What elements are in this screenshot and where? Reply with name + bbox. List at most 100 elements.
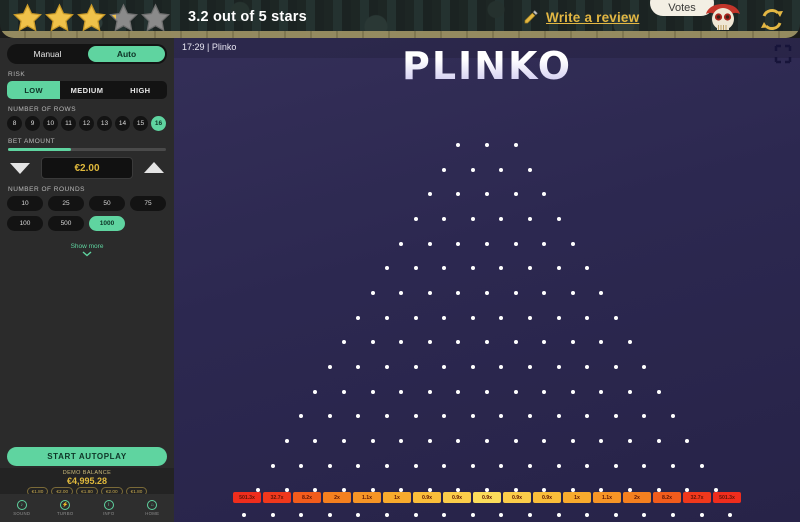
peg (570, 241, 575, 246)
sound-icon: ♪ (16, 500, 27, 510)
rows-option-13[interactable]: 13 (97, 116, 112, 131)
rows-option-14[interactable]: 14 (115, 116, 130, 131)
multiplier-slot: 2x (323, 492, 351, 503)
peg (399, 291, 404, 295)
bet-amount-slider[interactable] (8, 148, 166, 151)
peg (299, 463, 304, 468)
bet-amount-label: BET AMOUNT (8, 138, 56, 145)
peg (485, 291, 489, 295)
peg (613, 463, 618, 468)
mode-manual-button[interactable]: Manual (9, 46, 86, 62)
peg (499, 414, 504, 419)
rows-option-11[interactable]: 11 (61, 116, 76, 131)
multiplier-slot: 0.9x (473, 492, 501, 503)
nav-item-info[interactable]: i INFO (87, 500, 131, 516)
peg (384, 513, 389, 517)
peg (570, 291, 575, 295)
peg (570, 389, 575, 394)
peg (427, 192, 432, 197)
peg (384, 365, 389, 369)
mode-auto-button[interactable]: Auto (88, 46, 165, 62)
peg (356, 365, 361, 369)
risk-option-low[interactable]: LOW (7, 81, 61, 99)
rounds-option-500[interactable]: 500 (48, 216, 84, 231)
rows-option-16[interactable]: 16 (151, 116, 166, 131)
peg (642, 463, 647, 468)
peg (499, 315, 504, 320)
rounds-option-50[interactable]: 50 (89, 196, 125, 211)
show-more-button[interactable]: Show more (7, 243, 167, 257)
rows-option-8[interactable]: 8 (7, 116, 22, 131)
rows-option-10[interactable]: 10 (43, 116, 58, 131)
review-header-bar: 3.2 out of 5 stars Write a review Votes (0, 0, 800, 38)
peg (499, 217, 504, 221)
peg (470, 365, 475, 369)
peg (370, 439, 375, 443)
peg (542, 340, 547, 345)
peg (527, 463, 532, 468)
balance-panel: DEMO BALANCE €4,995.28 €1.80 €2.00 €1.80… (0, 468, 174, 496)
chevron-down-icon (82, 251, 92, 257)
peg (656, 439, 661, 443)
nav-item-turbo[interactable]: ⚡ TURBO (44, 500, 88, 516)
refresh-icon[interactable] (758, 6, 786, 33)
write-review-button[interactable]: Write a review (523, 9, 639, 25)
rounds-option-25[interactable]: 25 (48, 196, 84, 211)
peg (342, 389, 346, 394)
peg (613, 414, 618, 419)
bet-decrease-button[interactable] (7, 158, 33, 178)
risk-label: RISK (8, 71, 26, 78)
peg (513, 143, 518, 147)
peg (456, 192, 461, 197)
pencil-icon (524, 10, 538, 24)
rows-option-12[interactable]: 12 (79, 116, 94, 131)
multiplier-row: 501.3x 32.7x 8.2x 2x 1.1x 1x 0.9x 0.9x 0.9x 0.9x 0… (174, 492, 800, 503)
multiplier-slot: 501.3x (713, 492, 741, 503)
start-autoplay-button[interactable]: START AUTOPLAY (7, 447, 167, 466)
peg (356, 513, 361, 517)
show-more-label: Show more (70, 243, 104, 250)
peg (499, 266, 504, 271)
peg (470, 414, 475, 419)
rounds-option-10[interactable]: 10 (7, 196, 43, 211)
bet-increase-button[interactable] (141, 158, 167, 178)
peg (427, 340, 432, 345)
peg (499, 167, 504, 172)
peg (570, 340, 575, 345)
risk-option-medium[interactable]: MEDIUM (60, 81, 113, 99)
multiplier-slot: 0.9x (443, 492, 471, 503)
peg (527, 365, 532, 369)
rows-option-15[interactable]: 15 (133, 116, 148, 131)
peg (628, 340, 632, 345)
peg (542, 389, 547, 394)
peg (699, 463, 704, 468)
bet-amount-input[interactable]: €2.00 (41, 157, 133, 179)
peg (399, 241, 404, 246)
peg (413, 217, 418, 221)
peg (585, 463, 590, 468)
peg (485, 389, 489, 394)
peg (342, 340, 346, 345)
peg (442, 414, 447, 419)
rating-text: 3.2 out of 5 stars (188, 9, 307, 25)
nav-item-sound[interactable]: ♪ SOUND (0, 500, 44, 516)
star-5 (140, 3, 171, 34)
rounds-option-75[interactable]: 75 (130, 196, 166, 211)
peg (442, 315, 447, 320)
multiplier-slot: 1x (563, 492, 591, 503)
rounds-option-100[interactable]: 100 (7, 216, 43, 231)
peg (413, 266, 418, 271)
peg (442, 463, 447, 468)
rounds-option-1000[interactable]: 1000 (89, 216, 125, 231)
nav-item-home[interactable]: ⌂ HOME (131, 500, 175, 516)
peg (442, 266, 447, 271)
rounds-selector: 10 25 50 75 100 500 1000 (7, 196, 167, 231)
peg (413, 414, 418, 419)
risk-option-high[interactable]: HIGH (114, 81, 167, 99)
rows-option-9[interactable]: 9 (25, 116, 40, 131)
peg (685, 439, 690, 443)
peg (613, 513, 618, 517)
peg (513, 291, 518, 295)
peg (470, 463, 475, 468)
bet-slider-fill (8, 148, 72, 151)
